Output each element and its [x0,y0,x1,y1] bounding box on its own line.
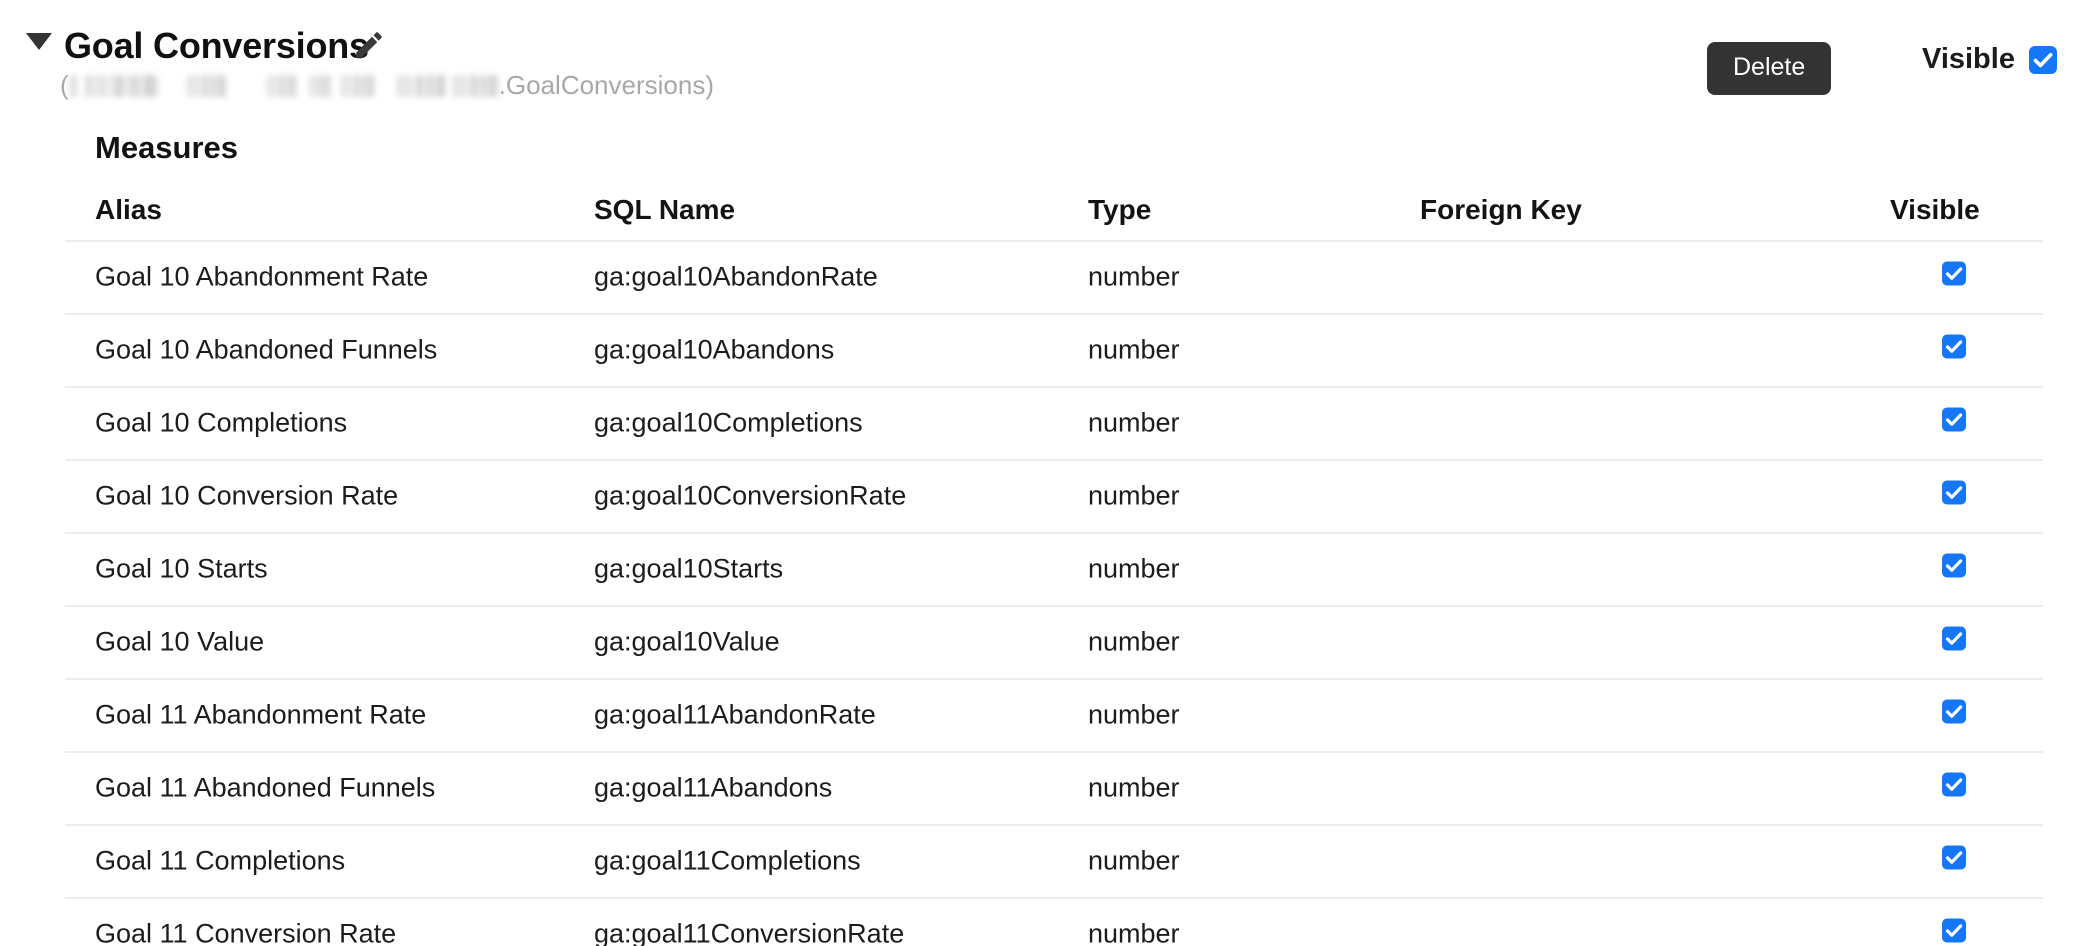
entity-visible-label: Visible [1922,43,2015,75]
cell-visible[interactable] [1942,845,1966,876]
cell-visible[interactable] [1942,553,1966,584]
cell-sql-name: ga:goal10ConversionRate [594,480,907,510]
row-visible-checkbox[interactable] [1942,918,1966,942]
row-separator [65,678,2043,680]
cell-alias: Goal 11 Abandonment Rate [95,699,427,729]
row-visible-checkbox[interactable] [1942,480,1966,504]
cell-visible[interactable] [1942,334,1966,365]
cell-sql-name: ga:goal10Completions [594,407,863,437]
table-header-row: Alias SQL Name Type Foreign Key Visible [0,180,2100,240]
redacted-block [68,74,77,97]
cell-sql-name: ga:goal11ConversionRate [594,918,905,946]
cell-alias: Goal 10 Abandonment Rate [95,261,429,291]
table-row[interactable]: Goal 10 Conversion Rate ga:goal10Conversi… [0,459,2100,532]
cell-sql-name: ga:goal11Abandons [594,772,833,802]
row-visible-checkbox[interactable] [1942,261,1966,285]
table-row[interactable]: Goal 11 Completions ga:goal11Completions n… [0,824,2100,897]
entity-visible-checkbox[interactable] [2028,45,2057,74]
table-row[interactable]: Goal 10 Value ga:goal10Value number [0,605,2100,678]
row-visible-checkbox[interactable] [1942,699,1966,723]
entity-subtitle-prefix: ( [60,70,69,100]
cell-alias: Goal 10 Conversion Rate [95,480,399,510]
table-row[interactable]: Goal 11 Conversion Rate ga:goal11Conversi… [0,897,2100,946]
entity-visible-toggle[interactable]: Visible [1922,43,2057,76]
redacted-block [266,74,297,97]
row-separator [65,313,2043,315]
row-separator [65,532,2043,534]
row-visible-checkbox[interactable] [1942,334,1966,358]
redacted-block [452,74,499,97]
cell-visible[interactable] [1942,772,1966,803]
table-row[interactable]: Goal 10 Starts ga:goal10Starts number [0,532,2100,605]
cell-visible[interactable] [1942,626,1966,657]
table-row[interactable]: Goal 10 Completions ga:goal10Completions n… [0,386,2100,459]
row-visible-checkbox[interactable] [1942,845,1966,869]
cell-sql-name: ga:goal11Completions [594,845,861,875]
cell-type: number [1088,261,1180,291]
row-separator [65,386,2043,388]
redacted-block [84,74,159,97]
entity-header: Goal Conversions ( .GoalConversions) Del… [0,0,2100,118]
redacted-block [340,74,375,97]
disclosure-triangle-icon[interactable] [26,33,52,50]
cell-visible[interactable] [1942,699,1966,730]
cell-type: number [1088,845,1180,875]
cell-alias: Goal 10 Starts [95,553,268,583]
cell-alias: Goal 11 Conversion Rate [95,918,397,946]
pencil-icon[interactable] [352,28,386,62]
delete-button[interactable]: Delete [1707,42,1832,95]
cell-type: number [1088,699,1180,729]
cell-type: number [1088,334,1180,364]
entity-qualified-name: ( .GoalConversions) [60,70,714,101]
row-separator [65,459,2043,461]
cell-visible[interactable] [1942,407,1966,438]
column-header-type: Type [1088,194,1152,225]
page-title: Goal Conversions [64,25,369,66]
table-row[interactable]: Goal 11 Abandoned Funnels ga:goal11Abando… [0,751,2100,824]
row-separator [65,605,2043,607]
cell-visible[interactable] [1942,480,1966,511]
row-visible-checkbox[interactable] [1942,553,1966,577]
row-separator [65,751,2043,753]
row-separator [65,897,2043,899]
row-visible-checkbox[interactable] [1942,772,1966,796]
cell-sql-name: ga:goal10AbandonRate [594,261,878,291]
row-separator [65,824,2043,826]
column-header-sql-name: SQL Name [594,194,736,225]
cell-alias: Goal 10 Value [95,626,265,656]
table-row[interactable]: Goal 11 Abandonment Rate ga:goal11Abandon… [0,678,2100,751]
row-visible-checkbox[interactable] [1942,407,1966,431]
row-separator [65,240,2043,242]
cell-sql-name: ga:goal10Value [594,626,780,656]
cell-type: number [1088,480,1180,510]
cell-visible[interactable] [1942,918,1966,946]
entity-subtitle-suffix: .GoalConversions) [498,70,714,100]
redacted-block [308,74,331,97]
cell-type: number [1088,407,1180,437]
cell-sql-name: ga:goal11AbandonRate [594,699,876,729]
cell-visible[interactable] [1942,261,1966,292]
cell-sql-name: ga:goal10Abandons [594,334,835,364]
cell-alias: Goal 11 Completions [95,845,346,875]
measures-section-title: Measures [95,130,239,165]
cell-type: number [1088,772,1180,802]
row-visible-checkbox[interactable] [1942,626,1966,650]
column-header-visible: Visible [1890,194,1980,225]
column-header-alias: Alias [95,194,162,225]
measures-table: Alias SQL Name Type Foreign Key Visible … [0,180,2100,946]
cell-alias: Goal 10 Completions [95,407,348,437]
cell-type: number [1088,918,1180,946]
cell-sql-name: ga:goal10Starts [594,553,784,583]
redacted-block [186,74,227,97]
cell-type: number [1088,553,1180,583]
redacted-block [396,74,447,97]
table-row[interactable]: Goal 10 Abandoned Funnels ga:goal10Abando… [0,313,2100,386]
cell-alias: Goal 10 Abandoned Funnels [95,334,438,364]
column-header-foreign-key: Foreign Key [1420,194,1582,225]
cell-type: number [1088,626,1180,656]
cell-alias: Goal 11 Abandoned Funnels [95,772,436,802]
entity-detail-page: Goal Conversions ( .GoalConversions) Del… [0,0,2100,946]
table-row[interactable]: Goal 10 Abandonment Rate ga:goal10Abandon… [0,240,2100,313]
